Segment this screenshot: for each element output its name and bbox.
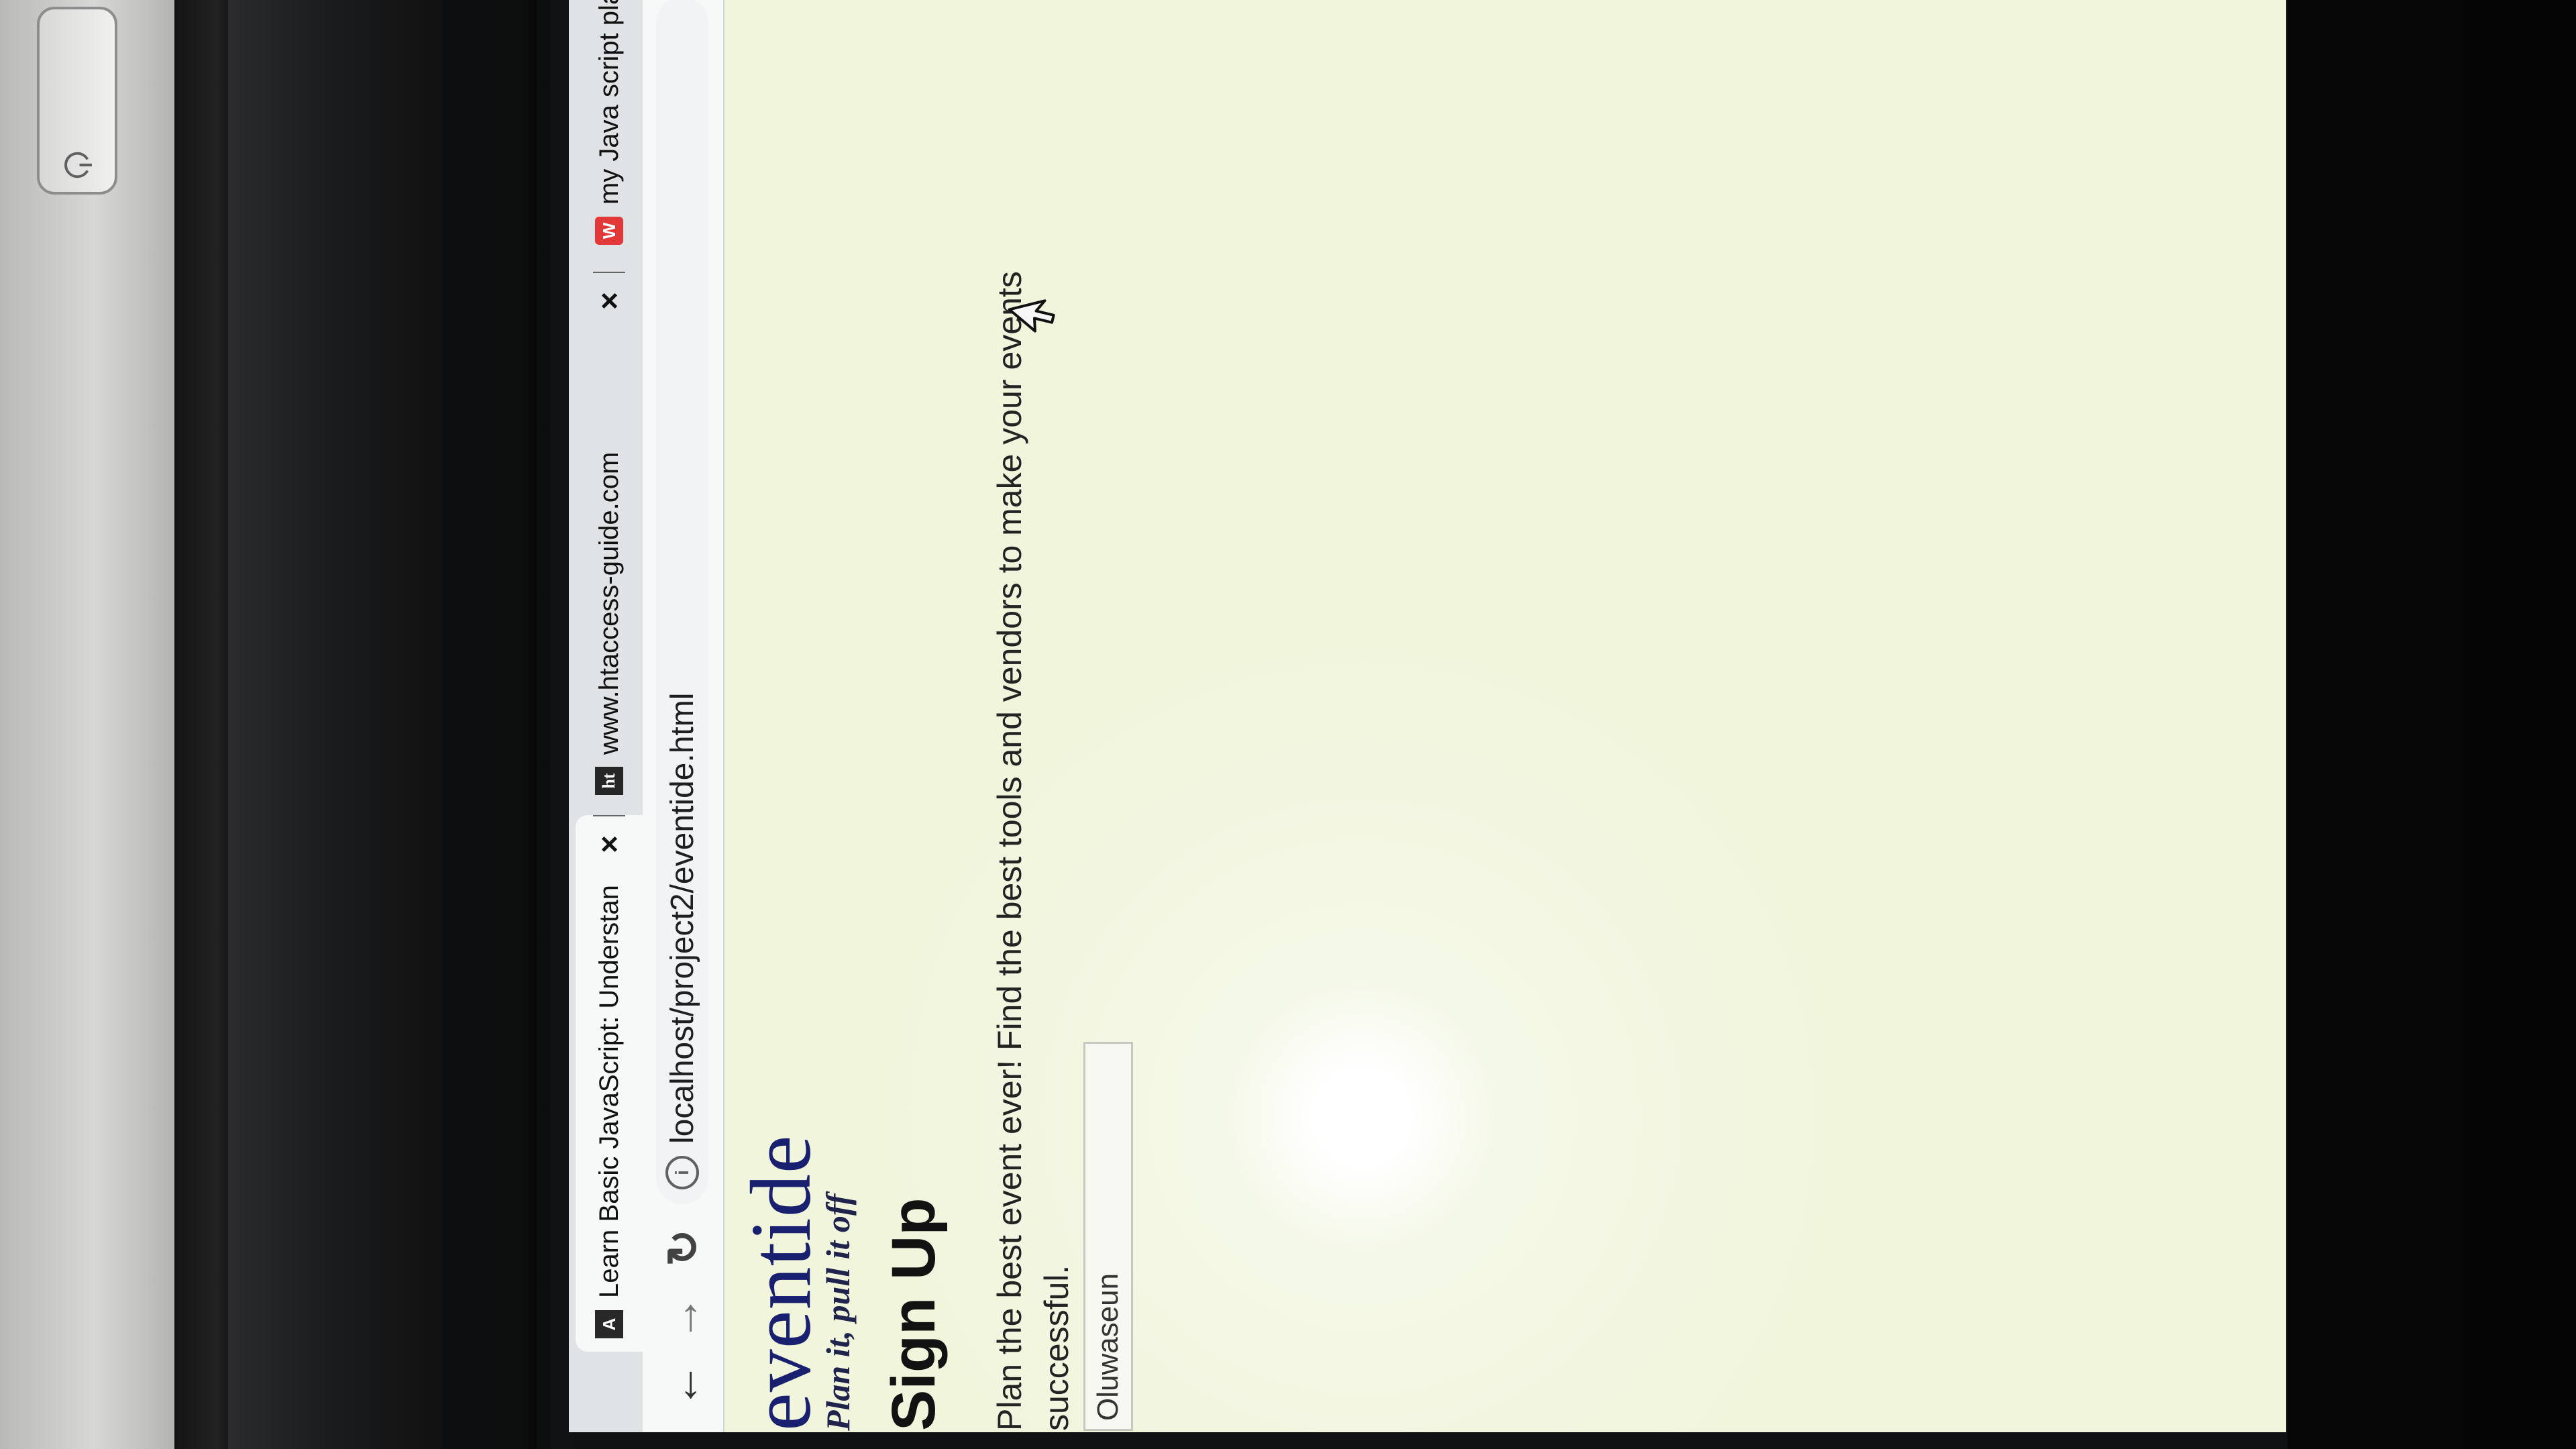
back-button[interactable]: ← [656,1358,710,1412]
htaccess-site-icon: ht [595,767,623,795]
close-icon[interactable]: × [592,292,627,310]
javascript-site-icon: A [595,1310,623,1338]
tab-strip: A Learn Basic JavaScript: Understan × ht… [569,0,644,1432]
arrow-left-icon: ← [657,1362,708,1408]
page-description: Plan the best event ever! Find the best … [991,271,1075,1431]
browser-toolbar: ← → ↻ i localhost/project2/eventide.html [643,0,724,1432]
site-logo-text: eventide [733,1134,828,1431]
browser-window: A Learn Basic JavaScript: Understan × ht… [569,0,2286,1432]
address-text: localhost/project2/eventide.html [664,692,700,1144]
reload-button[interactable]: ↻ [656,1221,710,1275]
laptop-hinge [228,0,443,1449]
tab-separator [593,815,625,816]
power-icon: ⏻ [57,151,96,179]
site-tagline: Plan it, pull it off [819,1193,857,1431]
tab-label: www.htaccess-guide.com [594,451,624,755]
info-icon[interactable]: i [665,1156,699,1189]
tab-htaccess-guide[interactable]: ht www.htaccess-guide.com × [576,272,643,808]
close-icon[interactable]: × [592,835,627,853]
tab-java-script-play[interactable]: W my Java script play gro [576,0,643,258]
eventide-page: eventide Plan it, pull it off Sign Up Pl… [724,0,2286,1432]
page-title: Sign Up [879,1197,948,1431]
rotated-browser-window: A Learn Basic JavaScript: Understan × ht… [569,0,2286,1432]
tab-learn-javascript[interactable]: A Learn Basic JavaScript: Understan × [576,815,643,1352]
refresh-icon: ↻ [658,1229,708,1267]
laptop-edge [174,0,235,1449]
arrow-right-icon: → [657,1295,708,1341]
address-bar[interactable]: i localhost/project2/eventide.html [656,0,708,1204]
name-input[interactable] [1083,1042,1133,1431]
power-button[interactable]: ⏻ [37,7,117,195]
forward-button[interactable]: → [656,1291,710,1345]
photo-scene: ⏻ A Learn Basic JavaScript: Understan × … [0,0,2576,1449]
tab-label: Learn Basic JavaScript: Understan [594,885,624,1298]
tab-separator [593,272,625,273]
tab-label: my Java script play gro [594,0,624,205]
photo-shadow [523,0,537,1449]
w3schools-site-icon: W [595,217,623,245]
